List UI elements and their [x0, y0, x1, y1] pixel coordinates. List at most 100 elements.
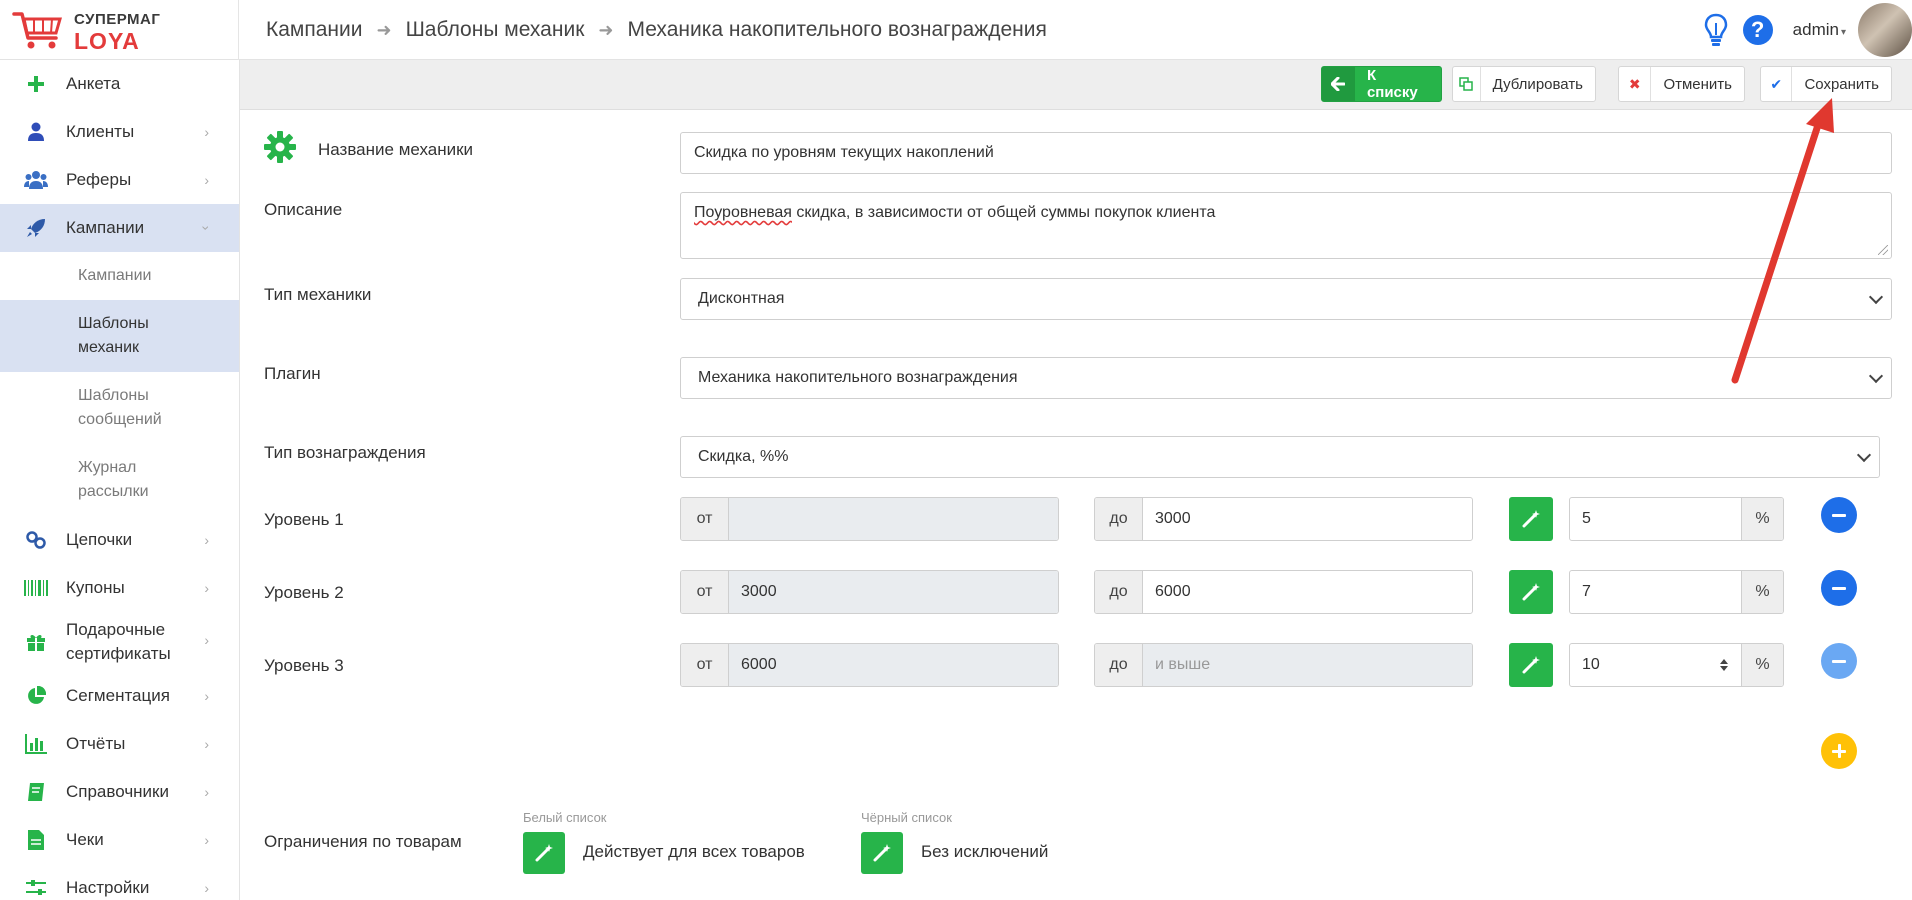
chevron-right-icon: › [204, 580, 209, 596]
sidebar-item-label: Реферы [66, 170, 132, 189]
to-list-label: К списку [1366, 67, 1418, 101]
minus-icon [1832, 586, 1846, 590]
sidebar-subitem-mailing-log[interactable]: Журнал рассылки [0, 444, 239, 516]
avatar[interactable] [1858, 3, 1912, 57]
sidebar-item-label: Настройки [66, 878, 150, 897]
sidebar-item-settings[interactable]: Настройки › [0, 864, 239, 900]
chevron-right-icon: › [204, 124, 209, 140]
sidebar-item-segmentation[interactable]: Сегментация › [0, 672, 239, 720]
percent-addon: % [1741, 644, 1783, 686]
level-value: 10 [1570, 644, 1741, 686]
sidebar-item-chains[interactable]: Цепочки › [0, 516, 239, 564]
sidebar-subitem-campaigns[interactable]: Кампании [0, 252, 239, 300]
sidebar-item-questionnaire[interactable]: Анкета [0, 60, 239, 108]
level-label: Уровень 1 [264, 510, 344, 529]
level-to-input[interactable]: до 3000 [1094, 497, 1473, 541]
sidebar-item-receipts[interactable]: Чеки › [0, 816, 239, 864]
level-from-value [729, 498, 1058, 540]
whitelist-value: Действует для всех товаров [583, 842, 805, 861]
chevron-right-icon: › [204, 172, 209, 188]
lightbulb-icon[interactable] [1703, 13, 1729, 47]
top-header: СУПЕРМАГ LOYA Кампании ➜ Шаблоны механик… [0, 0, 1912, 60]
save-label: Сохранить [1804, 75, 1879, 93]
sidebar-subitem-message-templates[interactable]: Шаблоны сообщений [0, 372, 239, 444]
toolbar: К списку Дублировать ✖ Отменить ✔ Сохран… [240, 60, 1912, 110]
level-to-input: до и выше [1094, 643, 1473, 687]
reward-type-select[interactable]: Скидка, %% [680, 436, 1880, 478]
sidebar-subitem-mechanic-templates[interactable]: Шаблоны механик [0, 300, 239, 372]
sidebar-subitem-label: Журнал рассылки [78, 459, 149, 500]
level-from-input: от 3000 [680, 570, 1059, 614]
gift-icon [24, 630, 48, 654]
breadcrumb-mechanic-templates[interactable]: Шаблоны механик [406, 18, 585, 42]
help-icon[interactable]: ? [1742, 15, 1773, 45]
user-menu[interactable]: admin ▾ [1793, 20, 1846, 40]
plugin-select[interactable]: Механика накопительного вознаграждения [680, 357, 1892, 399]
save-button[interactable]: ✔ Сохранить [1760, 66, 1892, 102]
mechanic-type-select[interactable]: Дисконтная [680, 278, 1892, 320]
magic-wand-button[interactable] [1509, 497, 1553, 541]
whitelist-edit-button[interactable] [523, 832, 565, 874]
whitelist-caption: Белый список [523, 810, 607, 825]
level-value: 5 [1582, 510, 1591, 527]
sidebar-item-referrers[interactable]: Реферы › [0, 156, 239, 204]
level-to-value: 6000 [1155, 583, 1191, 600]
level-to-placeholder: и выше [1143, 644, 1472, 686]
sidebar-item-label: Цепочки [66, 530, 133, 549]
mechanic-form: Название механики Скидка по уровням теку… [240, 111, 1912, 900]
percent-addon: % [1741, 571, 1783, 613]
resize-handle[interactable] [1878, 245, 1888, 255]
product-restrictions-label: Ограничения по товарам [264, 832, 462, 851]
mechanic-type-label: Тип механики [264, 285, 372, 304]
name-input[interactable]: Скидка по уровням текущих накоплений [680, 132, 1892, 174]
sidebar-item-coupons[interactable]: Купоны › [0, 564, 239, 612]
number-spinner-icon[interactable] [1717, 656, 1731, 674]
breadcrumb: Кампании ➜ Шаблоны механик ➜ Механика на… [266, 18, 1047, 42]
caret-down-icon: ▾ [1840, 27, 1846, 38]
description-misspelled-word: Поуровневая [694, 204, 792, 221]
level-value-input[interactable]: 7 % [1569, 570, 1784, 614]
duplicate-button[interactable]: Дублировать [1452, 66, 1596, 102]
level-value-input[interactable]: 5 % [1569, 497, 1784, 541]
add-level-button[interactable] [1821, 733, 1857, 769]
sidebar-item-gift-certificates[interactable]: Подарочные сертификаты › [0, 612, 239, 672]
blacklist-edit-button[interactable] [861, 832, 903, 874]
reward-type-label: Тип вознаграждения [264, 443, 426, 462]
magic-wand-button[interactable] [1509, 570, 1553, 614]
to-list-button[interactable]: К списку [1321, 66, 1442, 102]
description-textarea[interactable]: Поуровневая скидка, в зависимости от общ… [680, 192, 1892, 259]
cancel-button[interactable]: ✖ Отменить [1618, 66, 1745, 102]
description-rest: скидка, в зависимости от общей суммы пок… [791, 204, 1216, 221]
breadcrumb-campaigns[interactable]: Кампании [266, 18, 362, 42]
level-value-text: 10 [1582, 656, 1600, 673]
level-value-input[interactable]: 10 % [1569, 643, 1784, 687]
user-name: admin [1792, 20, 1839, 39]
sidebar-item-directories[interactable]: Справочники › [0, 768, 239, 816]
magic-wand-icon [535, 844, 553, 862]
sidebar-item-label: Клиенты [66, 122, 135, 141]
sidebar-item-reports[interactable]: Отчёты › [0, 720, 239, 768]
level-label: Уровень 3 [264, 656, 344, 675]
to-addon: до [1095, 571, 1143, 613]
cancel-label: Отменить [1663, 75, 1732, 93]
percent-addon: % [1741, 498, 1783, 540]
magic-wand-button[interactable] [1509, 643, 1553, 687]
to-addon: до [1095, 498, 1143, 540]
close-icon: ✖ [1619, 67, 1652, 101]
logo[interactable]: СУПЕРМАГ LOYA [12, 8, 232, 54]
sidebar-item-campaigns[interactable]: Кампании › [0, 204, 239, 252]
remove-level-button[interactable] [1821, 570, 1857, 606]
arrow-right-icon: ➜ [376, 19, 392, 40]
sidebar-item-clients[interactable]: Клиенты › [0, 108, 239, 156]
sidebar-item-label: Отчёты [66, 734, 126, 753]
sidebar-item-label: Справочники [66, 782, 169, 801]
remove-level-button[interactable] [1821, 497, 1857, 533]
magic-wand-icon [1522, 583, 1540, 601]
arrow-left-icon [1322, 67, 1355, 101]
description-value: Поуровневая скидка, в зависимости от общ… [694, 204, 1215, 222]
name-value: Скидка по уровням текущих накоплений [694, 144, 994, 161]
remove-level-button[interactable] [1821, 643, 1857, 679]
blacklist-value: Без исключений [921, 842, 1049, 861]
level-to-input[interactable]: до 6000 [1094, 570, 1473, 614]
magic-wand-icon [873, 844, 891, 862]
